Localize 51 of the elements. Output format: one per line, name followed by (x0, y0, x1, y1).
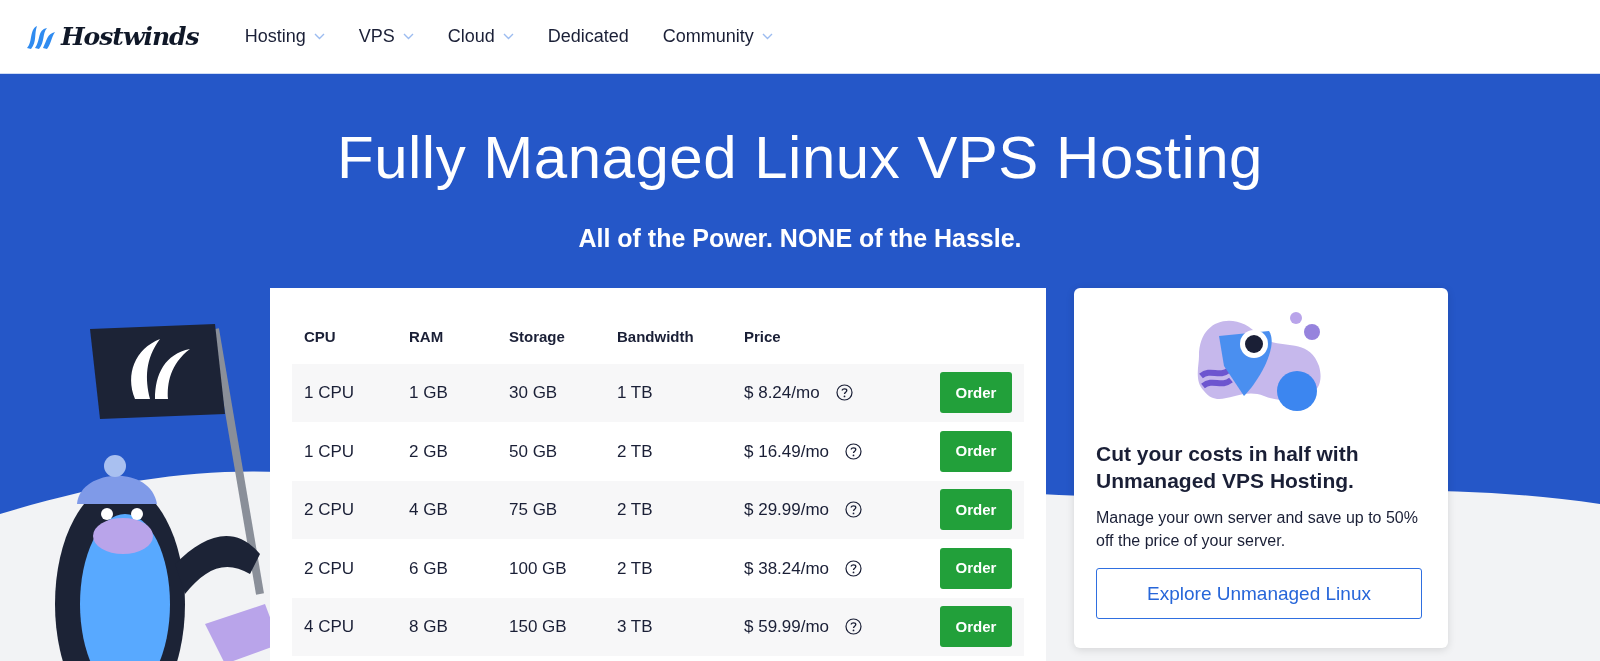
hero-subtitle: All of the Power. NONE of the Hassle. (577, 223, 1023, 254)
hero-title: Fully Managed Linux VPS Hosting (336, 123, 1264, 193)
column-header: Storage (509, 327, 566, 348)
table-cell-text: 1 CPU (304, 382, 356, 404)
table-cell-text: 2 CPU (304, 557, 356, 580)
brand-name[interactable]: Hostwinds (61, 17, 199, 56)
price-text: $ 8.24/mo (744, 382, 820, 404)
help-icon[interactable] (835, 384, 853, 402)
nav-link[interactable]: VPS (358, 23, 414, 50)
help-icon[interactable] (845, 501, 863, 519)
price-text: $ 59.99/mo (744, 616, 830, 638)
column-header: Bandwidth (617, 327, 695, 348)
help-icon[interactable] (845, 559, 863, 577)
table-cell-text: 150 GB (509, 616, 568, 638)
column-header: Price (744, 327, 782, 348)
table-cell-text: 6 GB (409, 557, 449, 580)
table-cell-text: 4 GB (409, 499, 449, 521)
explore-button[interactable]: Explore Unmanaged Linux (1096, 568, 1422, 620)
table-cell-text: 75 GB (509, 499, 559, 521)
table-cell-text: 2 GB (409, 440, 449, 463)
caret-icon (761, 33, 773, 40)
help-icon[interactable] (845, 442, 863, 460)
price-text: $ 38.24/mo (744, 557, 830, 580)
nav-link[interactable]: Dedicated (547, 23, 629, 50)
promo-text: Manage your own server and save up to 50% off the price of your server. (1096, 508, 1419, 552)
table-cell-text: 50 GB (509, 440, 559, 463)
table-cell-text: 2 CPU (304, 499, 356, 521)
nav-link[interactable]: Hosting (244, 23, 325, 50)
table-cell-text: 1 GB (409, 382, 449, 404)
price-text: $ 29.99/mo (744, 499, 830, 521)
logo-icon (25, 23, 57, 50)
table-cell-text: 1 TB (617, 382, 654, 404)
table-cell-text: 1 CPU (304, 440, 356, 463)
column-header: CPU (304, 327, 337, 348)
caret-icon (402, 33, 414, 40)
table-cell-text: 3 TB (617, 616, 654, 638)
table-cell-text: 4 CPU (304, 616, 356, 638)
column-header: RAM (409, 327, 445, 348)
table-cell-text: 30 GB (509, 382, 559, 404)
table-cell-text: 2 TB (617, 499, 654, 521)
nav-link[interactable]: Community (662, 23, 773, 50)
table-cell-text: 100 GB (509, 557, 568, 580)
table-cell-text: 8 GB (409, 616, 449, 638)
promo-heading: Cut your costs in half with Unmanaged VPS Hosting. (1096, 440, 1360, 494)
caret-icon (502, 33, 514, 40)
nav-link[interactable]: Cloud (447, 23, 514, 50)
table-cell-text: 2 TB (617, 440, 654, 463)
table-cell-text: 2 TB (617, 557, 654, 580)
help-icon[interactable] (845, 618, 863, 636)
caret-icon (313, 33, 325, 40)
price-text: $ 16.49/mo (744, 440, 830, 463)
